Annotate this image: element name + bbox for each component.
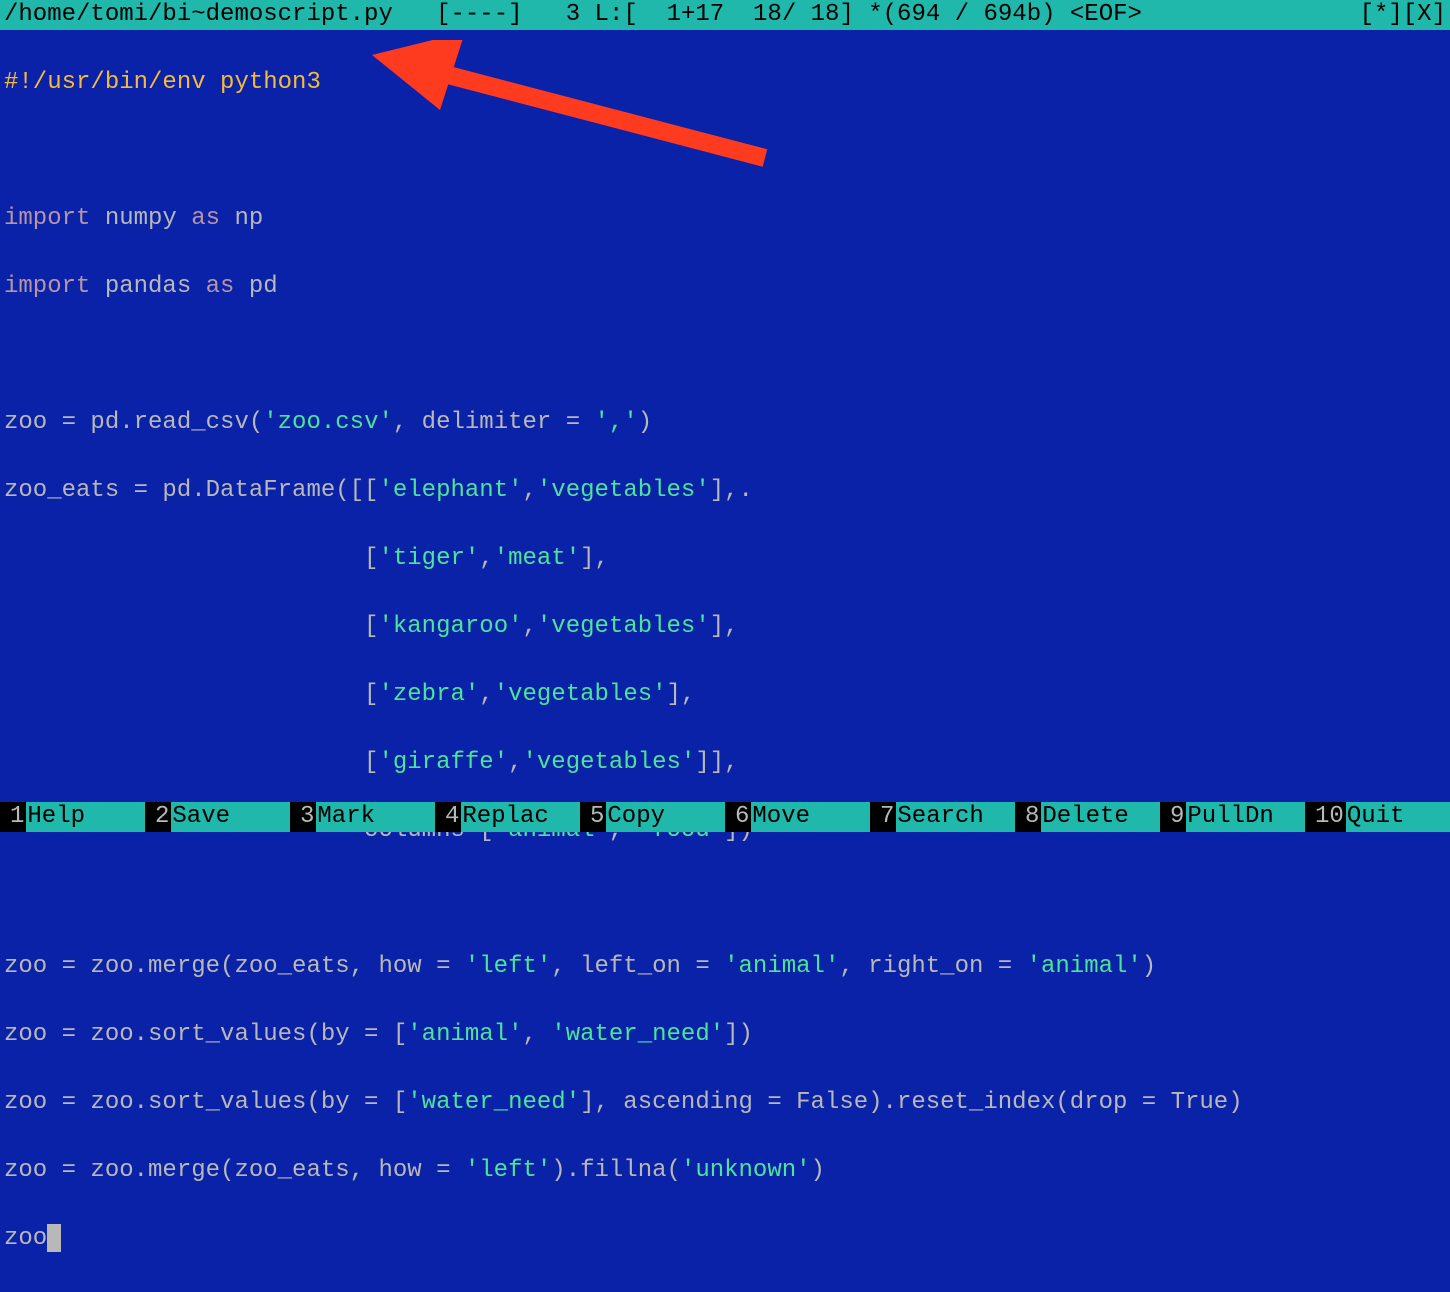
title-bar: /home/tomi/bi~demoscript.py [----] 3 L:[…	[0, 0, 1450, 30]
fn-help[interactable]: 1Help	[0, 802, 145, 832]
shebang-line: #!/usr/bin/env python3	[4, 69, 321, 96]
fn-mark[interactable]: 3Mark	[290, 802, 435, 832]
cursor	[47, 1224, 61, 1252]
fn-quit[interactable]: 10Quit	[1305, 802, 1450, 832]
fn-copy[interactable]: 5Copy	[580, 802, 725, 832]
fn-pulldn[interactable]: 9PullDn	[1160, 802, 1305, 832]
mode-indicator: [----]	[436, 0, 522, 30]
fn-move[interactable]: 6Move	[725, 802, 870, 832]
fn-search[interactable]: 7Search	[870, 802, 1015, 832]
modified-indicator: [*]	[1360, 0, 1403, 30]
file-path: /home/tomi/bi~demoscript.py	[4, 0, 393, 30]
close-button[interactable]: [X]	[1403, 0, 1446, 30]
function-key-bar: 1Help 2Save 3Mark 4Replac 5Copy 6Move 7S…	[0, 802, 1450, 832]
fn-replace[interactable]: 4Replac	[435, 802, 580, 832]
editor-area[interactable]: #!/usr/bin/env python3 import numpy as n…	[0, 30, 1450, 1292]
col-indicator: 3	[566, 0, 580, 30]
fn-delete[interactable]: 8Delete	[1015, 802, 1160, 832]
fn-save[interactable]: 2Save	[145, 802, 290, 832]
